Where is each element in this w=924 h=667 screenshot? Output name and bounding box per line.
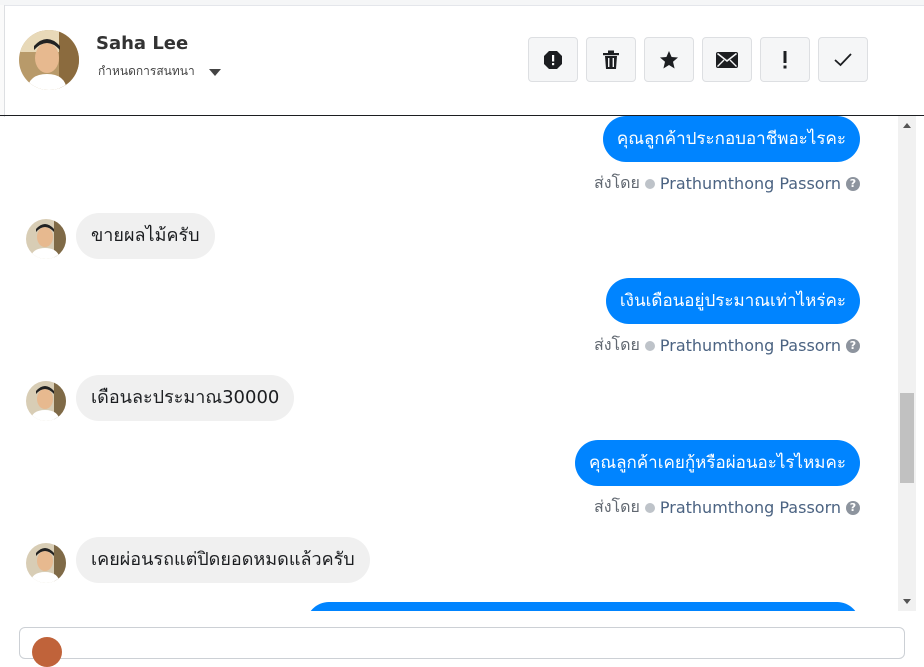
sent-by-line: ส่งโดย Prathumthong Passorn ? — [594, 495, 860, 520]
delete-button[interactable] — [586, 37, 636, 82]
thread-scrollbar[interactable] — [898, 116, 916, 611]
message-text: เดือนละประมาณ30000 — [91, 387, 280, 408]
message-text: คุณลูกค้าเคยกู้หรือผ่อนอะไรไหมคะ — [588, 453, 846, 473]
message-thread: คุณลูกค้าประกอบอาชีพอะไรคะ ส่งโดย Prathu… — [4, 116, 898, 611]
envelope-icon — [716, 51, 738, 68]
scrollbar-thumb[interactable] — [900, 393, 914, 483]
caret-down-icon — [208, 69, 221, 76]
outgoing-message[interactable]: คุณลูกค้าประกอบอาชีพอะไรคะ — [602, 116, 860, 162]
scroll-up-arrow-icon[interactable] — [903, 123, 911, 128]
incoming-message[interactable]: เคยผ่อนรถแต่ปิดยอดหมดแล้วครับ — [76, 537, 370, 583]
help-icon[interactable]: ? — [846, 338, 860, 353]
sent-by-label: ส่งโดย — [593, 335, 640, 354]
conversation-header: Saha Lee กำหนดการสนทนา — [0, 5, 924, 116]
incoming-message[interactable]: ขายผลไม้ครับ — [76, 213, 215, 259]
spam-button[interactable] — [528, 37, 578, 82]
sent-status-icon — [644, 178, 655, 189]
reply-composer[interactable] — [19, 627, 905, 667]
help-icon[interactable]: ? — [846, 176, 860, 191]
sent-by-line: ส่งโดย Prathumthong Passorn ? — [594, 333, 860, 358]
help-icon[interactable]: ? — [846, 500, 860, 515]
follow-up-button[interactable] — [760, 37, 810, 82]
sent-by-line: ส่งโดย Prathumthong Passorn ? — [594, 171, 860, 196]
outgoing-message[interactable]: เงินเดือนอยู่ประมาณเท่าไหร่คะ — [605, 278, 860, 324]
assign-conversation-label: กำหนดการสนทนา — [98, 64, 195, 78]
sent-by-label: ส่งโดย — [593, 497, 640, 516]
agent-name[interactable]: Prathumthong Passorn — [660, 498, 841, 517]
sender-avatar[interactable] — [26, 381, 66, 421]
star-button[interactable] — [644, 37, 694, 82]
assign-conversation-dropdown[interactable]: กำหนดการสนทนา — [98, 62, 221, 81]
exclamation-icon — [783, 50, 787, 68]
message-text: เคยผ่อนรถแต่ปิดยอดหมดแล้วครับ — [91, 549, 355, 570]
sent-status-icon — [644, 340, 655, 351]
mark-done-button[interactable] — [818, 37, 868, 82]
star-icon — [660, 50, 678, 68]
incoming-message[interactable]: เดือนละประมาณ30000 — [76, 375, 295, 421]
agent-name[interactable]: Prathumthong Passorn — [660, 174, 841, 193]
agent-name[interactable]: Prathumthong Passorn — [660, 336, 841, 355]
agent-avatar — [32, 637, 62, 667]
checkmark-icon — [834, 52, 852, 66]
sent-status-icon — [644, 502, 655, 513]
trash-icon — [603, 50, 619, 69]
scroll-down-arrow-icon[interactable] — [903, 599, 911, 604]
contact-avatar[interactable] — [19, 30, 79, 90]
message-text: คุณลูกค้าประกอบอาชีพอะไรคะ — [616, 129, 846, 149]
conversation-toolbar — [528, 37, 868, 82]
sent-by-label: ส่งโดย — [593, 173, 640, 192]
outgoing-message[interactable]: คุณลูกค้าเคยกู้หรือผ่อนอะไรไหมคะ — [574, 440, 860, 486]
contact-name: Saha Lee — [96, 33, 189, 54]
sender-avatar[interactable] — [26, 543, 66, 583]
message-text: ขายผลไม้ครับ — [91, 225, 200, 246]
sender-avatar[interactable] — [26, 219, 66, 259]
mark-unread-button[interactable] — [702, 37, 752, 82]
alert-octagon-icon — [544, 50, 562, 69]
message-text: เงินเดือนอยู่ประมาณเท่าไหร่คะ — [619, 291, 846, 311]
outgoing-message[interactable] — [306, 602, 860, 611]
